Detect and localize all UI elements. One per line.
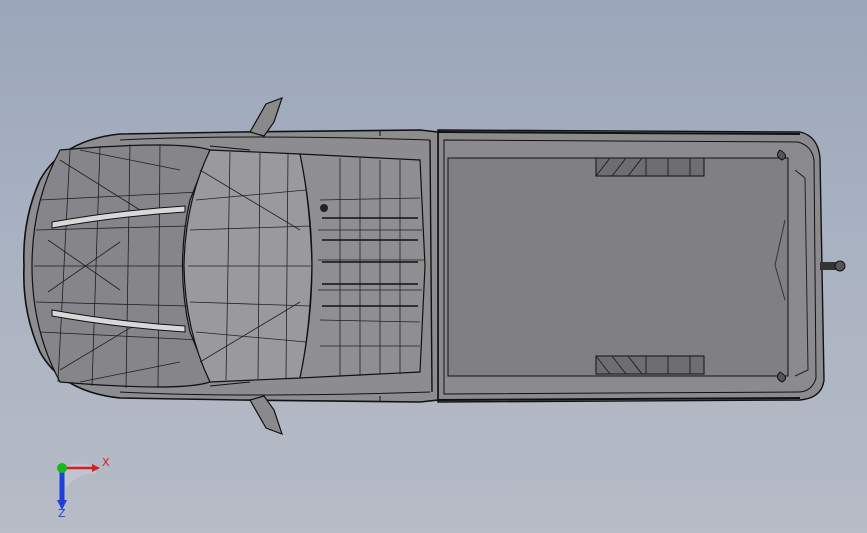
truck-bed[interactable] (437, 129, 825, 403)
trailer-hitch (820, 260, 846, 272)
graphics-viewport[interactable]: X Z (0, 0, 867, 533)
side-mirror-right (249, 395, 283, 436)
coordinate-triad: X Z (48, 452, 118, 522)
x-axis-label: X (102, 456, 110, 469)
antenna-base (320, 204, 328, 212)
pickup-truck-model[interactable] (0, 0, 867, 533)
z-axis-label: Z (58, 507, 66, 520)
bed-floor (447, 157, 789, 377)
side-mirror-left (249, 96, 283, 137)
bed-wheel-well-left (595, 157, 705, 177)
y-axis-dot (57, 463, 67, 473)
cab-roof (299, 153, 426, 379)
truck-cab[interactable] (23, 129, 439, 403)
bed-wheel-well-right (595, 355, 705, 375)
